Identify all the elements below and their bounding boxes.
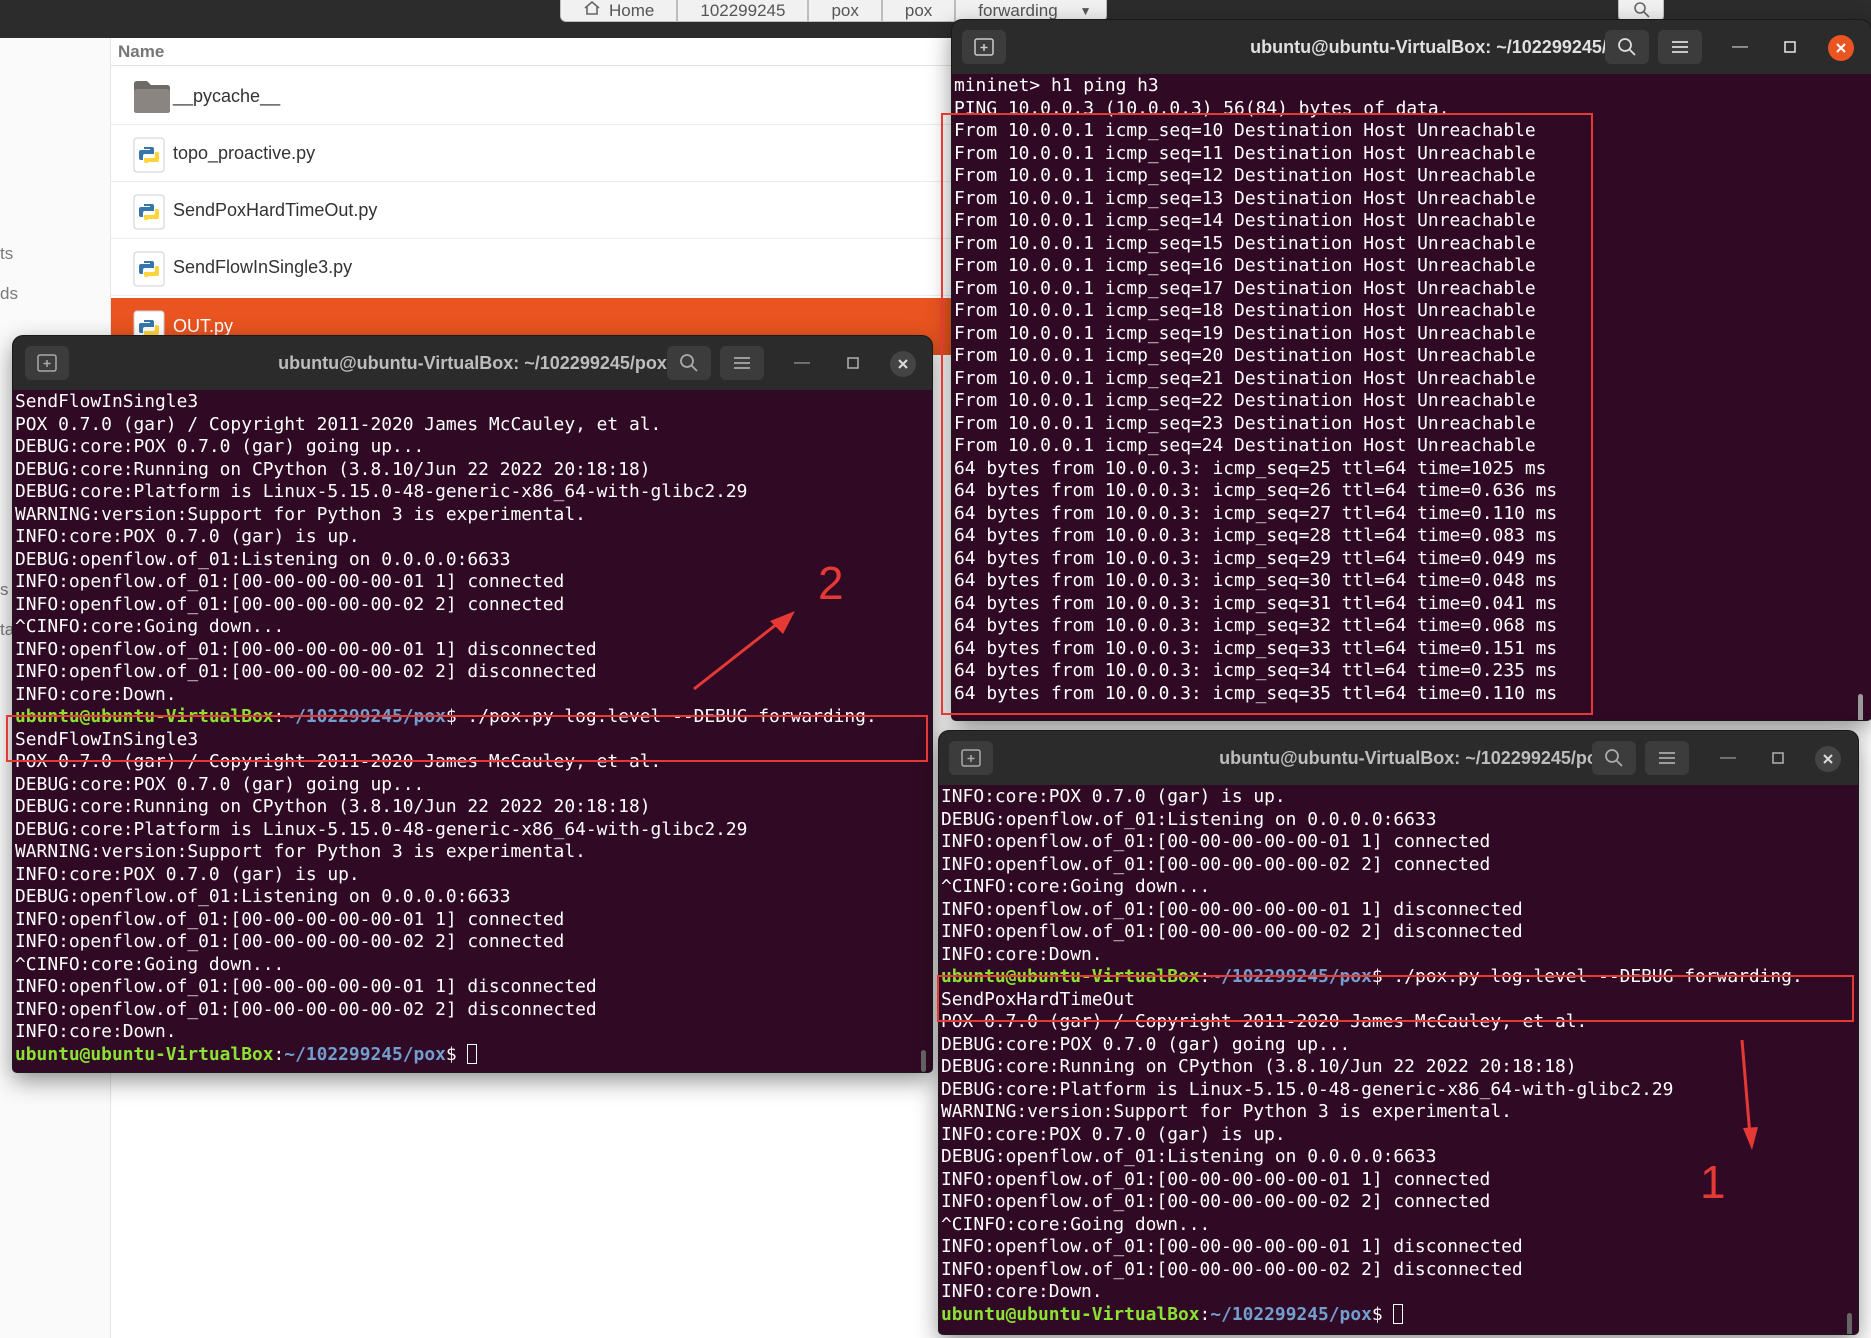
annotation-arrow-1 (1740, 1039, 1758, 1150)
annotation-label-1: 1 (1700, 1156, 1726, 1208)
annotation-arrows (693, 611, 1758, 1150)
annotation-label-2: 2 (818, 557, 844, 609)
annotation-arrow-2 (693, 611, 795, 691)
